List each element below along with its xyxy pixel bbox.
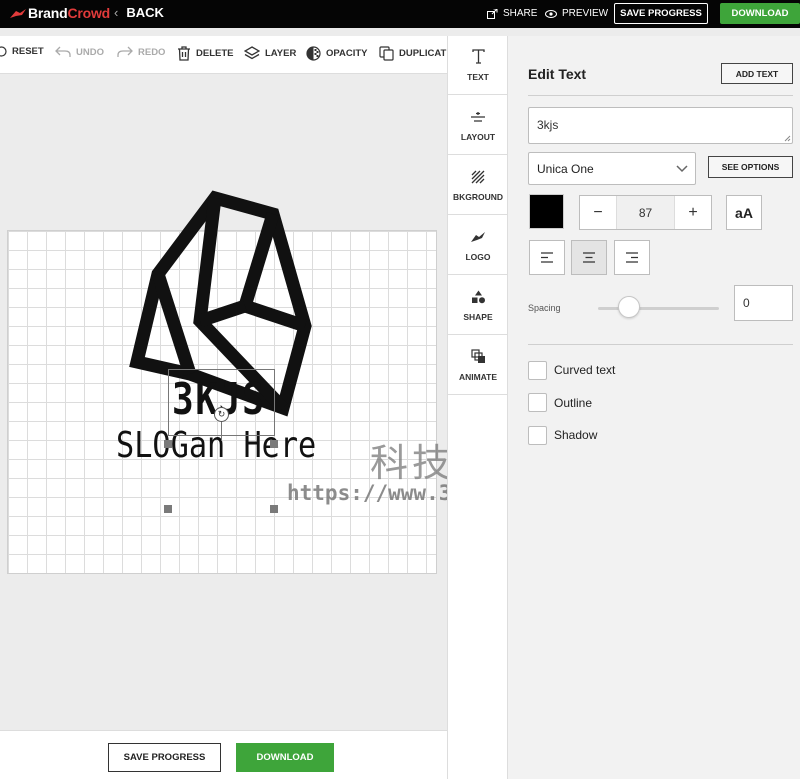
rotate-handle-icon[interactable]: ↻: [214, 407, 229, 422]
spacing-label: Spacing: [528, 303, 561, 313]
redo-button[interactable]: REDO: [117, 46, 165, 58]
spacing-input[interactable]: 0: [734, 285, 793, 321]
preview-label: PREVIEW: [562, 8, 609, 19]
delete-label: DELETE: [196, 48, 234, 59]
tab-logo-label: LOGO: [465, 251, 491, 262]
reset-button[interactable]: RESET: [0, 46, 44, 57]
delete-button[interactable]: DELETE: [177, 46, 233, 61]
bottom-bar: SAVE PROGRESS DOWNLOAD: [0, 730, 447, 779]
download-button[interactable]: DOWNLOAD: [720, 3, 800, 24]
animate-icon: [470, 349, 485, 363]
share-icon: [487, 8, 498, 19]
trash-icon: [178, 46, 190, 61]
eye-icon: [545, 9, 557, 18]
layer-label: LAYER: [265, 47, 297, 59]
preview-button[interactable]: PREVIEW: [545, 8, 608, 19]
text-icon: [471, 49, 485, 64]
resize-grip-icon[interactable]: [784, 135, 791, 142]
shadow-label: Shadow: [554, 428, 598, 442]
save-progress-button[interactable]: SAVE PROGRESS: [614, 3, 708, 24]
font-size-stepper[interactable]: − 87 +: [579, 195, 712, 230]
font-select-value: Unica One: [537, 162, 594, 176]
divider: [528, 344, 793, 345]
background-icon: [471, 170, 485, 183]
bottom-save-progress-button[interactable]: SAVE PROGRESS: [108, 743, 221, 772]
font-select[interactable]: Unica One: [528, 152, 696, 185]
share-button[interactable]: SHARE: [487, 8, 537, 19]
back-button[interactable]: ‹ BACK: [114, 5, 164, 20]
font-size-value[interactable]: 87: [616, 196, 675, 229]
tab-background[interactable]: BKGROUND: [448, 156, 508, 215]
see-options-button[interactable]: SEE OPTIONS: [708, 156, 793, 178]
align-center-icon: [583, 252, 595, 263]
tab-text[interactable]: TEXT: [448, 36, 508, 95]
decrease-size-button[interactable]: −: [580, 196, 616, 229]
duplicate-icon: [379, 46, 394, 61]
resize-handle-bottom-right[interactable]: [270, 505, 278, 513]
layout-icon: [471, 111, 485, 122]
bottom-download-button[interactable]: DOWNLOAD: [236, 743, 334, 772]
tab-logo[interactable]: LOGO: [448, 216, 508, 275]
shapes-icon: [471, 290, 485, 303]
brand-name-part2: Crowd: [67, 5, 111, 21]
undo-icon: [55, 46, 71, 57]
opacity-icon: [306, 46, 321, 61]
align-center-button[interactable]: [571, 240, 607, 275]
layers-icon: [244, 46, 260, 60]
outline-label: Outline: [554, 396, 593, 410]
tab-shape[interactable]: SHAPE: [448, 276, 508, 335]
edit-toolbar: RESET UNDO REDO DELETE LAYER OPACITY DUP…: [0, 36, 447, 74]
logo-bird-icon: [471, 231, 485, 242]
tab-layout[interactable]: LAYOUT: [448, 96, 508, 155]
brandcrowd-logo[interactable]: BrandCrowd: [10, 5, 110, 21]
shadow-checkbox[interactable]: [528, 426, 547, 445]
rotation-stem: [221, 420, 222, 441]
outline-checkbox[interactable]: [528, 393, 547, 412]
align-right-button[interactable]: [614, 240, 650, 275]
tab-shape-label: SHAPE: [463, 311, 493, 322]
tab-layout-label: LAYOUT: [460, 131, 496, 142]
redo-label: REDO: [138, 46, 166, 58]
undo-button[interactable]: UNDO: [55, 46, 104, 58]
opacity-button[interactable]: OPACITY: [306, 46, 368, 61]
text-content-input[interactable]: 3kjs: [528, 107, 793, 144]
chevron-left-icon: ‹: [114, 5, 119, 20]
undo-label: UNDO: [76, 46, 104, 58]
duplicate-button[interactable]: DUPLICATE: [379, 46, 447, 61]
case-toggle-button[interactable]: aA: [726, 195, 762, 230]
share-label: SHARE: [503, 8, 538, 19]
brand-name-part1: Brand: [28, 5, 68, 21]
chevron-down-icon: [676, 165, 688, 173]
redo-icon: [117, 46, 133, 57]
reset-label: RESET: [12, 46, 44, 57]
tab-animate-label: ANIMATE: [458, 371, 498, 382]
increase-size-button[interactable]: +: [675, 196, 711, 229]
brand-bird-icon: [10, 9, 26, 19]
top-bar: BrandCrowd ‹ BACK SHARE PREVIEW SAVE PROG…: [0, 0, 800, 28]
resize-handle-top-right[interactable]: [270, 440, 278, 448]
opacity-label: OPACITY: [326, 48, 368, 59]
text-color-swatch[interactable]: [529, 194, 564, 229]
back-label: BACK: [126, 5, 164, 20]
layer-button[interactable]: LAYER: [244, 46, 296, 60]
resize-handle-bottom-left[interactable]: [164, 505, 172, 513]
tab-animate[interactable]: ANIMATE: [448, 336, 508, 395]
align-left-button[interactable]: [529, 240, 565, 275]
curved-text-label: Curved text: [554, 363, 616, 377]
curved-text-checkbox[interactable]: [528, 361, 547, 380]
add-text-button[interactable]: ADD TEXT: [721, 63, 793, 84]
panel-title: Edit Text: [528, 66, 587, 82]
spacing-slider-track[interactable]: [598, 307, 719, 310]
reset-icon: [0, 46, 7, 57]
tab-background-label: BKGROUND: [452, 191, 504, 202]
divider: [528, 95, 793, 96]
spacing-slider-thumb[interactable]: [618, 296, 640, 318]
side-tabs: TEXT LAYOUT BKGROUND LOGO SHAPE ANIMATE: [447, 36, 508, 779]
align-left-icon: [541, 252, 553, 263]
tab-text-label: TEXT: [467, 71, 489, 82]
duplicate-label: DUPLICATE: [399, 48, 447, 59]
align-right-icon: [626, 252, 638, 263]
edit-text-panel: Edit Text ADD TEXT 3kjs Unica One SEE OP…: [508, 36, 800, 779]
resize-handle-top-left[interactable]: [164, 440, 172, 448]
